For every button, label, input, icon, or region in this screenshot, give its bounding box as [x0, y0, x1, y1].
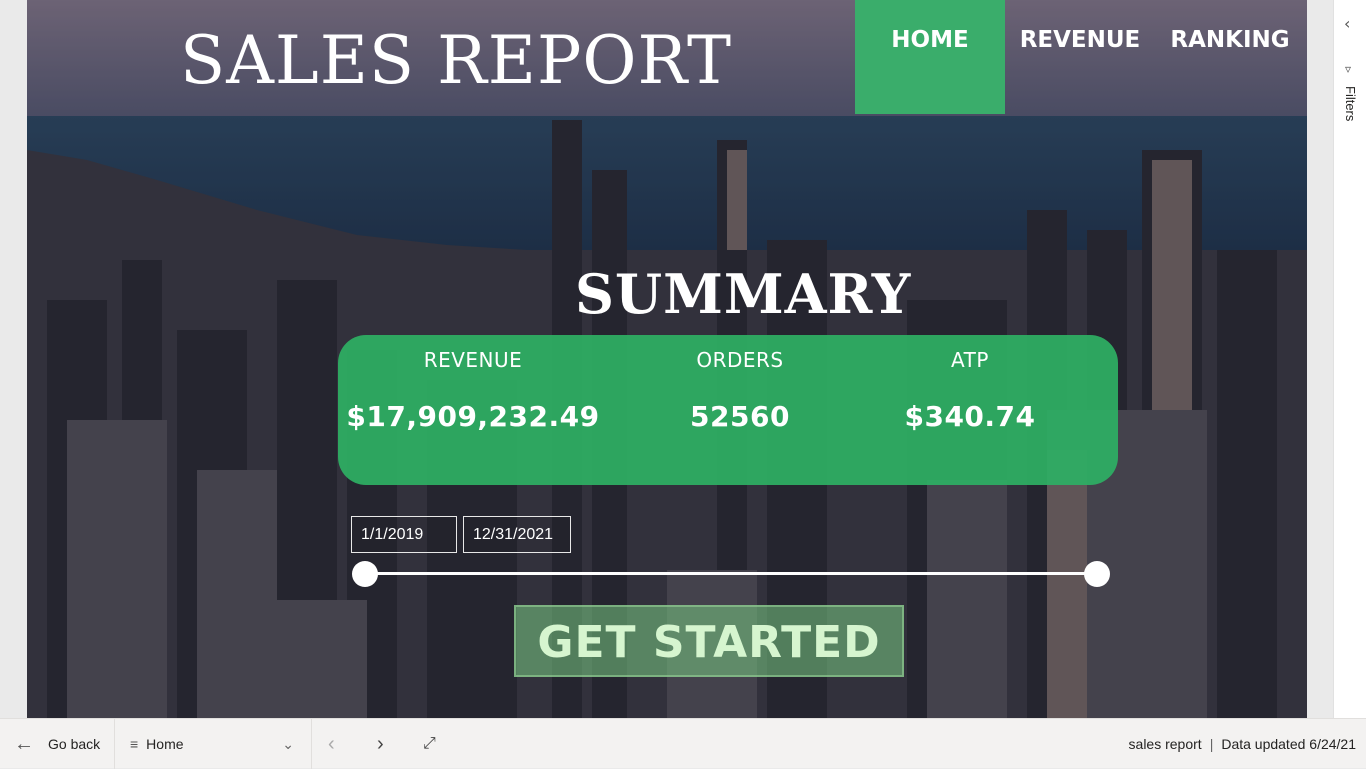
chevron-left-icon[interactable]: ‹ [1344, 14, 1350, 33]
funnel-icon: ▿ [1345, 62, 1352, 76]
previous-page-button[interactable]: ‹ [328, 719, 335, 769]
data-updated: Data updated 6/24/21 [1221, 736, 1356, 752]
page-selector-label: Home [146, 736, 184, 752]
report-title: SALES REPORT [180, 22, 733, 99]
go-back-label: Go back [48, 736, 101, 752]
kpi-orders-value: 52560 [690, 400, 790, 433]
get-started-button[interactable]: GET STARTED [514, 605, 904, 677]
nav-revenue-button[interactable]: REVENUE [1005, 0, 1155, 114]
page-selector[interactable]: ≡ Home ⌄ [130, 719, 300, 769]
report-name: sales report [1128, 736, 1202, 752]
report-canvas: SALES REPORT HOME REVENUE RANKING SUMMAR… [27, 0, 1307, 718]
go-back-button[interactable]: ← Go back [14, 719, 100, 769]
summary-title: SUMMARY [575, 262, 912, 326]
end-date-input[interactable]: 12/31/2021 [463, 516, 571, 553]
nav-home-button[interactable]: HOME [855, 0, 1005, 114]
date-slider-start-handle[interactable] [352, 561, 378, 587]
kpi-revenue-label: REVENUE [423, 348, 523, 372]
divider [311, 719, 312, 769]
nav-ranking-button[interactable]: RANKING [1155, 0, 1305, 114]
kpi-orders-label: ORDERS [696, 348, 784, 372]
fit-to-page-icon[interactable]: ⤢ [423, 719, 436, 769]
filters-pane: ‹ ▿ Filters [1333, 0, 1366, 718]
kpi-atp-value: $340.74 [904, 400, 1036, 433]
status-text: sales report | Data updated 6/24/21 [1129, 719, 1356, 769]
status-separator: | [1209, 736, 1214, 752]
kpi-atp: ATP $340.74 [840, 335, 1100, 433]
chevron-down-icon: ⌄ [282, 735, 294, 752]
arrow-left-icon: ← [14, 732, 34, 755]
bottom-bar: ← Go back ≡ Home ⌄ ‹ › ⤢ sales report | … [0, 718, 1366, 769]
filters-label[interactable]: Filters [1343, 86, 1358, 121]
kpi-revenue-value: $17,909,232.49 [346, 400, 600, 433]
start-date-input[interactable]: 1/1/2019 [351, 516, 457, 553]
divider [114, 719, 115, 769]
kpi-revenue: REVENUE $17,909,232.49 [343, 335, 603, 433]
date-slider-track[interactable] [365, 572, 1097, 575]
date-slider-end-handle[interactable] [1084, 561, 1110, 587]
next-page-button[interactable]: › [377, 719, 384, 769]
kpi-card: REVENUE $17,909,232.49 ORDERS 52560 ATP … [338, 335, 1118, 485]
page-list-icon: ≡ [130, 736, 139, 752]
kpi-orders: ORDERS 52560 [610, 335, 870, 433]
kpi-atp-label: ATP [951, 348, 989, 372]
top-navigation: HOME REVENUE RANKING [855, 0, 1305, 114]
